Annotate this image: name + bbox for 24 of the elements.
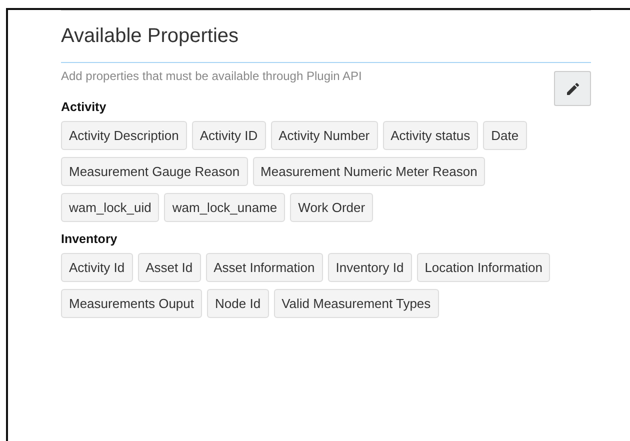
property-tag: Activity status bbox=[382, 121, 478, 150]
property-tag: Activity ID bbox=[192, 121, 266, 150]
property-tag: Activity Description bbox=[61, 121, 187, 150]
property-tag: Node Id bbox=[207, 289, 269, 318]
property-tag: wam_lock_uid bbox=[61, 193, 160, 222]
property-tag: Measurements Ouput bbox=[61, 289, 202, 318]
property-tag: Activity Number bbox=[270, 121, 378, 150]
pencil-icon bbox=[564, 80, 580, 96]
group-heading: Activity bbox=[61, 100, 108, 114]
group-heading: Inventory bbox=[61, 232, 118, 246]
property-tag: Asset Id bbox=[138, 253, 201, 282]
property-tag: Inventory Id bbox=[328, 253, 412, 282]
property-tag: Activity Id bbox=[61, 253, 133, 282]
property-tag: Measurement Numeric Meter Reason bbox=[252, 157, 486, 186]
panel-description: Add properties that must be available through Plugin API bbox=[61, 69, 362, 83]
property-tag: Location Information bbox=[416, 253, 550, 282]
property-tag: Measurement Gauge Reason bbox=[61, 157, 248, 186]
property-tag: Work Order bbox=[290, 193, 374, 222]
property-tag: wam_lock_uname bbox=[164, 193, 286, 222]
property-tag: Valid Measurement Types bbox=[274, 289, 439, 318]
property-tag: Asset Information bbox=[206, 253, 323, 282]
edit-button[interactable] bbox=[554, 71, 591, 106]
panel-title: Available Properties bbox=[61, 25, 591, 63]
property-tag: Date bbox=[483, 121, 527, 150]
